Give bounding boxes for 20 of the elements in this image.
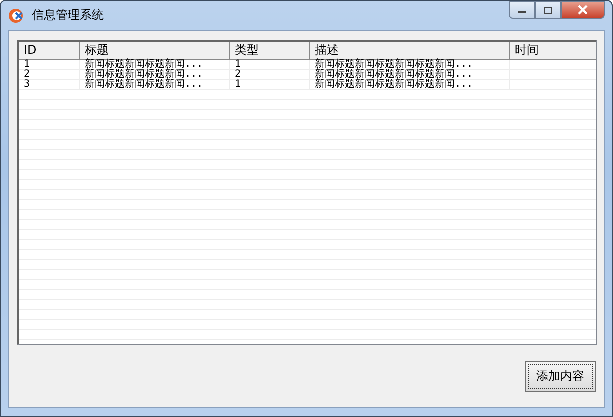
- maximize-icon: [543, 6, 553, 14]
- table-cell: 新闻标题新闻标题新闻标题新闻...: [315, 79, 474, 90]
- close-icon: [577, 5, 589, 15]
- table-cell: 2: [235, 69, 242, 80]
- minimize-button[interactable]: [509, 1, 535, 19]
- window-title: 信息管理系统: [32, 7, 104, 24]
- table-cell: 新闻标题新闻标题新闻标题新闻...: [315, 59, 474, 70]
- app-logo-icon: [8, 8, 26, 24]
- table-cell: 新闻标题新闻标题新闻...: [85, 79, 204, 90]
- maximize-button[interactable]: [535, 1, 561, 19]
- close-button[interactable]: [561, 1, 605, 19]
- table-cell: 1: [235, 59, 242, 70]
- table-cell: 1: [24, 59, 30, 70]
- table-cell: 3: [24, 79, 30, 90]
- table-cell: 2: [24, 69, 30, 80]
- table-cell: 新闻标题新闻标题新闻标题新闻...: [315, 69, 474, 80]
- table-cell: 新闻标题新闻标题新闻...: [85, 59, 204, 70]
- add-content-button[interactable]: 添加内容: [525, 360, 596, 392]
- table-cell: 新闻标题新闻标题新闻...: [85, 69, 204, 80]
- table-cell: 1: [235, 79, 242, 90]
